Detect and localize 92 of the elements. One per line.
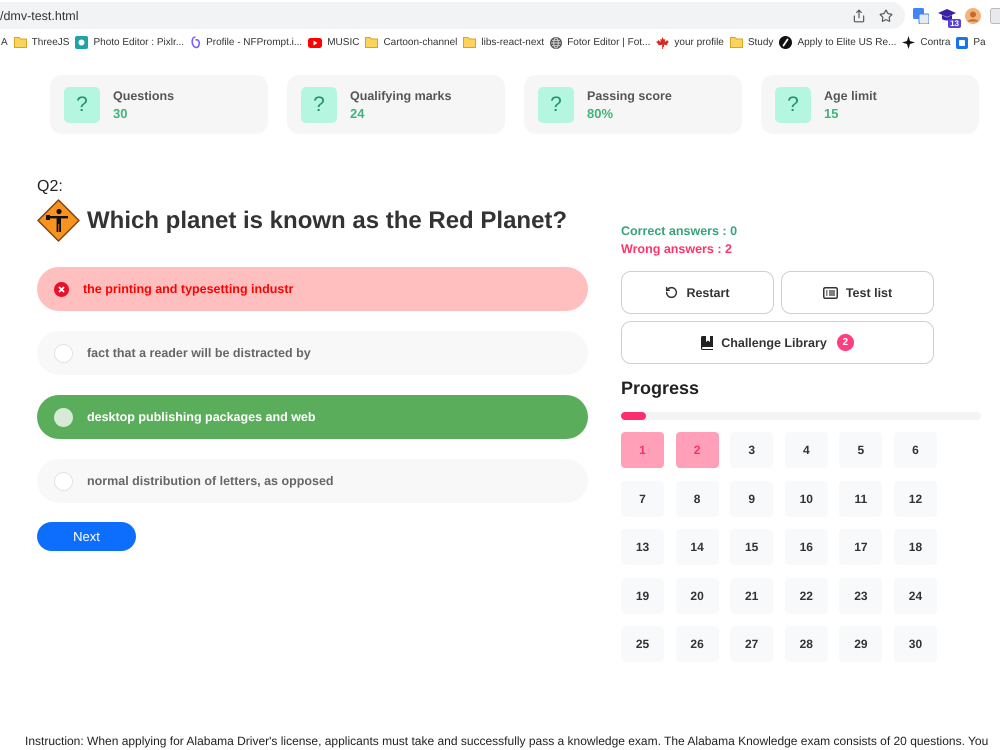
question-tile[interactable]: 9 <box>730 480 774 517</box>
question-tile[interactable]: 12 <box>894 480 937 517</box>
bookmark-link[interactable]: Cartoon-channel <box>365 37 458 48</box>
help-tile: ? <box>64 86 100 122</box>
folder-icon <box>14 37 27 48</box>
swirl-icon <box>190 36 202 49</box>
question-tile[interactable]: 30 <box>894 626 937 662</box>
bookmark-link[interactable]: Contra <box>902 36 950 49</box>
bookmark-link[interactable]: Pa <box>956 36 986 48</box>
avatar-icon[interactable] <box>965 8 981 24</box>
count-badge: 2 <box>836 334 854 351</box>
four-point-star-icon <box>902 36 916 49</box>
stat-label: Age limit <box>824 88 877 102</box>
question-tile[interactable]: 20 <box>676 578 719 614</box>
bookmark-link[interactable]: MUSIC <box>308 37 360 48</box>
stat-value: 15 <box>824 106 840 120</box>
progress-title: Progress <box>621 378 700 399</box>
bookmark-link[interactable]: Profile - NFPrompt.i... <box>190 36 302 49</box>
bookmark-link[interactable]: your profile <box>656 36 724 48</box>
question-tile[interactable]: 27 <box>730 626 774 662</box>
flagger-sign-icon <box>37 199 80 242</box>
bookmark-link[interactable]: Apply to Elite US Re... <box>779 36 896 49</box>
question-tile[interactable]: 18 <box>894 529 937 566</box>
leaf-icon <box>656 36 670 48</box>
question-tile[interactable]: 15 <box>730 529 774 566</box>
question-tile[interactable]: 8 <box>676 480 719 517</box>
bookmark-link[interactable]: Photo Editor : Pixlr... <box>75 36 184 49</box>
question-tile[interactable]: 11 <box>839 480 882 517</box>
bookmark-link[interactable]: Study <box>730 37 774 48</box>
list-icon <box>822 286 838 298</box>
stat-value: 80% <box>587 106 614 120</box>
stat-value: 24 <box>350 106 366 120</box>
restart-icon <box>665 286 678 299</box>
question-tile[interactable]: 14 <box>676 529 719 566</box>
bookmark-link[interactable]: A <box>1 37 8 48</box>
question-tile[interactable]: 23 <box>839 578 882 614</box>
radio-icon <box>54 344 73 362</box>
correct-count: Correct answers : 0 <box>621 223 738 240</box>
question-tile[interactable]: 7 <box>621 480 664 517</box>
folder-icon <box>463 37 476 48</box>
question-tile[interactable]: 21 <box>730 578 774 614</box>
question-tile[interactable]: 6 <box>894 432 937 468</box>
question-tile[interactable]: 19 <box>621 578 664 614</box>
play-icon <box>308 38 322 48</box>
bookmark-link[interactable]: Fotor Editor | Fot... <box>550 36 650 48</box>
question-text: Which planet is known as the Red Planet? <box>87 206 568 234</box>
help-tile: ? <box>775 86 811 122</box>
stat-value: 30 <box>113 106 128 120</box>
question-tile[interactable]: 17 <box>839 529 882 566</box>
count-badge: 13 <box>948 19 961 28</box>
answer-option[interactable]: normal distribution of letters, as opposed <box>37 459 588 503</box>
radio-icon <box>54 472 73 490</box>
next-button[interactable]: Next <box>37 522 136 551</box>
question-tile[interactable]: 24 <box>894 578 937 614</box>
folder-icon <box>365 37 378 48</box>
stat-label: Qualifying marks <box>350 88 452 102</box>
help-tile: ? <box>301 86 337 122</box>
question-tile[interactable]: 3 <box>730 432 774 468</box>
bookmark-link[interactable]: ThreeJS <box>14 37 70 48</box>
disc-icon <box>779 36 792 49</box>
square-icon <box>956 36 968 48</box>
question-tile[interactable]: 22 <box>784 578 828 614</box>
test-list-button[interactable]: Test list <box>781 271 934 314</box>
overlapping-squares-icon[interactable] <box>913 8 929 24</box>
x-circle-icon <box>54 282 69 296</box>
question-tile[interactable]: 10 <box>784 480 828 517</box>
radio-icon <box>54 408 73 426</box>
question-tile[interactable]: 13 <box>621 529 664 566</box>
star-icon[interactable] <box>879 8 893 22</box>
answer-option[interactable]: fact that a reader will be distracted by <box>37 331 588 375</box>
address-field[interactable]: /dmv-test.html <box>0 2 905 29</box>
library-button[interactable]: Challenge Library 2 <box>621 321 934 364</box>
book-icon <box>701 336 714 350</box>
help-tile: ? <box>538 86 574 122</box>
wrong-count: Wrong answers : 2 <box>621 241 732 258</box>
question-tile[interactable]: 16 <box>784 529 828 566</box>
instruction-text: Instruction: When applying for Alabama Driver's license, applicants must take and successfully pass a knowledge exam. The Alabama Knowledge exam consists of 20 questions. You <box>24 734 990 750</box>
question-tile[interactable]: 5 <box>839 432 882 468</box>
stat-label: Passing score <box>587 88 672 102</box>
question-tile[interactable]: 4 <box>784 432 828 468</box>
share-icon[interactable] <box>852 8 866 22</box>
folder-icon <box>730 37 743 48</box>
question-tile[interactable]: 25 <box>621 626 664 662</box>
question-tile[interactable]: 29 <box>839 626 882 662</box>
restart-button[interactable]: Restart <box>621 271 774 314</box>
globe-icon <box>550 36 562 48</box>
question-tile[interactable]: 28 <box>784 626 828 662</box>
question-number: Q2: <box>37 178 63 196</box>
photo-tile-icon <box>75 36 88 49</box>
bookmark-link[interactable]: libs-react-next <box>463 37 544 48</box>
stat-label: Questions <box>113 88 174 102</box>
question-tile[interactable]: 26 <box>676 626 719 662</box>
